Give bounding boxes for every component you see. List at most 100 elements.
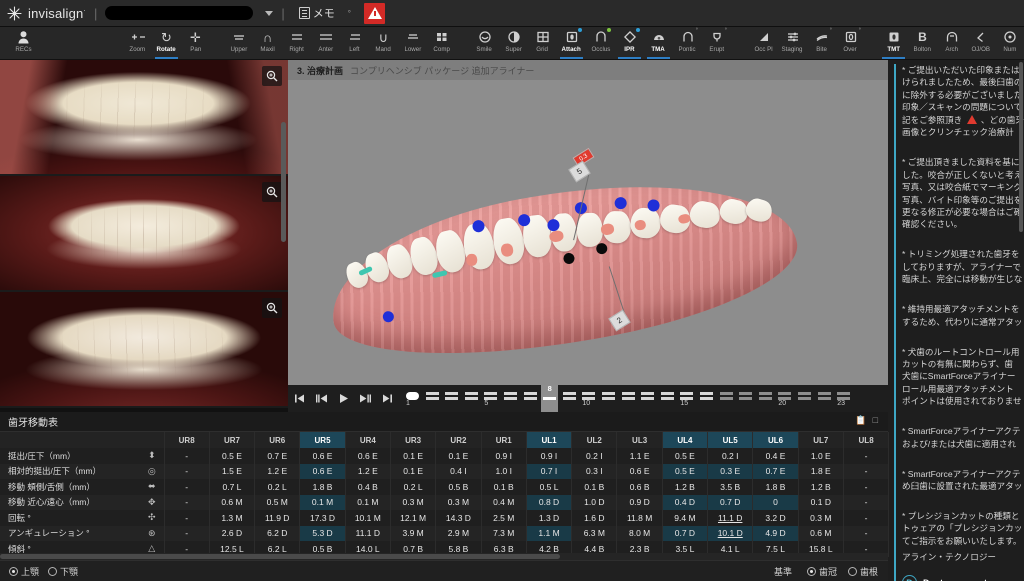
- tool-left[interactable]: Left: [340, 27, 369, 59]
- first-frame-button[interactable]: [288, 388, 310, 410]
- list-item[interactable]: [0, 60, 288, 176]
- timeline-stage-tick[interactable]: [406, 392, 419, 400]
- timeline-stage-tick[interactable]: [621, 392, 635, 400]
- table-column-header-ul5[interactable]: UL5: [707, 432, 754, 448]
- table-column-header-ur6[interactable]: UR6: [254, 432, 301, 448]
- timeline-stage-tick[interactable]: [641, 392, 655, 400]
- arch-option-upper[interactable]: 上顎: [9, 565, 39, 578]
- timeline-stage-tick[interactable]: [719, 392, 733, 400]
- recs-button[interactable]: RECs: [0, 27, 46, 59]
- table-column-header-ul1[interactable]: UL1: [526, 432, 573, 448]
- tool-occ-pl[interactable]: Occ Pl: [749, 27, 778, 59]
- copy-icon[interactable]: 📋: [855, 415, 866, 426]
- notes-panel[interactable]: * ご提出いただいた印象または けられましたため、最後臼歯の に除外する必要がござい…: [888, 60, 1024, 581]
- 3d-viewport[interactable]: 3. 治療計画 コンプリヘンシブ パッケージ 追加アライナー 0.3 5 2: [288, 60, 888, 412]
- timeline-stage-tick[interactable]: [817, 392, 831, 400]
- tool-maxil[interactable]: ∩ Maxil: [253, 27, 282, 59]
- timeline-stage-tick[interactable]: [464, 392, 478, 400]
- table-cell: 11.8 M: [616, 510, 663, 526]
- tool-tmt[interactable]: TMT: [879, 27, 908, 59]
- timeline-stage-tick[interactable]: [562, 392, 576, 400]
- tool-over[interactable]: Over °: [836, 27, 865, 59]
- timeline-stage-tick[interactable]: [582, 392, 596, 400]
- table-column-header-ur1[interactable]: UR1: [481, 432, 527, 448]
- tool-num[interactable]: Num: [995, 27, 1024, 59]
- tool-smile[interactable]: Smile: [470, 27, 499, 59]
- list-item[interactable]: [0, 292, 288, 408]
- tool-zoom[interactable]: Zoom: [123, 27, 152, 59]
- tool-comp[interactable]: Comp: [427, 27, 456, 59]
- table-column-header-ul4[interactable]: UL4: [662, 432, 709, 448]
- table-column-header-ul8[interactable]: UL8: [843, 432, 890, 448]
- tool-lower[interactable]: Lower: [398, 27, 427, 59]
- timeline-stage-tick[interactable]: [837, 392, 851, 400]
- table-column-header-ur2[interactable]: UR2: [435, 432, 482, 448]
- tool-right[interactable]: Right: [282, 27, 311, 59]
- timeline-stage-tick[interactable]: [680, 392, 694, 400]
- timeline-stage-tick[interactable]: [425, 392, 439, 400]
- table-column-header-ur8[interactable]: UR8: [164, 432, 210, 448]
- timeline-stage-tick[interactable]: [602, 392, 615, 400]
- zoom-in-icon[interactable]: [262, 298, 282, 318]
- last-frame-button[interactable]: [376, 388, 398, 410]
- tool-bite[interactable]: Bite °: [807, 27, 836, 59]
- tool-tma[interactable]: TMA: [644, 27, 673, 59]
- tool-bolton[interactable]: B Bolton: [908, 27, 937, 59]
- memo-button[interactable]: メモ: [298, 5, 335, 21]
- reference-option-root[interactable]: 歯根: [847, 565, 878, 578]
- tool-ipr[interactable]: IPR: [615, 27, 644, 59]
- stage-timeline[interactable]: 8 1 5 10 15 20 23: [288, 384, 888, 412]
- zoom-in-icon[interactable]: [262, 66, 282, 86]
- table-column-header-ur7[interactable]: UR7: [209, 432, 256, 448]
- step-back-button[interactable]: [310, 388, 332, 410]
- timeline-stage-tick[interactable]: [739, 392, 753, 400]
- timeline-stage-tick[interactable]: [700, 392, 713, 400]
- timeline-stage-tick[interactable]: [758, 392, 772, 400]
- tool-anter[interactable]: Anter: [311, 27, 340, 59]
- table-column-header-ur4[interactable]: UR4: [345, 432, 391, 448]
- tool-upper[interactable]: Upper: [224, 27, 253, 59]
- timeline-stage-tick[interactable]: [445, 392, 459, 400]
- step-forward-button[interactable]: [354, 388, 376, 410]
- timeline-stage-tick[interactable]: [660, 392, 674, 400]
- table-column-header-ur3[interactable]: UR3: [390, 432, 437, 448]
- tool-mand[interactable]: ∪ Mand: [369, 27, 398, 59]
- tool-oj-ob[interactable]: OJ/OB: [966, 27, 995, 59]
- table-column-header-ul2[interactable]: UL2: [571, 432, 618, 448]
- table-column-header-ul3[interactable]: UL3: [616, 432, 663, 448]
- doctor-request-row[interactable]: DDoctor request: [902, 575, 1024, 581]
- tool-pan[interactable]: ✛ Pan: [181, 27, 210, 59]
- arch-option-lower[interactable]: 下顎: [48, 565, 78, 578]
- timeline-stage-tick[interactable]: [504, 392, 517, 400]
- tool-attach[interactable]: Attach: [557, 27, 586, 59]
- notes-scrollbar[interactable]: [1019, 62, 1023, 232]
- table-column-header-ur5[interactable]: UR5: [299, 432, 346, 448]
- list-item[interactable]: [0, 176, 288, 292]
- table-scrollbar[interactable]: [0, 553, 888, 560]
- tool-rotate[interactable]: ↻ Rotate: [152, 27, 181, 59]
- expand-icon[interactable]: □: [873, 415, 878, 426]
- tool-staging[interactable]: Staging: [778, 27, 807, 59]
- timeline-stage-tick[interactable]: [484, 392, 498, 400]
- timeline-stage-tick[interactable]: [778, 392, 792, 400]
- notes-line: ロール用最適アタッチメント: [902, 383, 1014, 394]
- table-column-header-ul6[interactable]: UL6: [752, 432, 799, 448]
- tool-occlus[interactable]: Occlus: [586, 27, 615, 59]
- timeline-stage-tick[interactable]: [523, 392, 537, 400]
- photo-scrollbar[interactable]: [281, 122, 286, 242]
- zoom-in-icon[interactable]: [262, 182, 282, 202]
- timeline-stage-tick[interactable]: [798, 392, 811, 400]
- reference-option-crown[interactable]: 歯冠: [806, 565, 837, 578]
- tool-erupt[interactable]: Erupt °: [702, 27, 731, 59]
- timeline-track[interactable]: 8 1 5 10 15 20 23: [402, 384, 880, 412]
- dental-arch-model[interactable]: 0.3 5 2: [319, 147, 848, 379]
- tool-grid[interactable]: Grid: [528, 27, 557, 59]
- timeline-current-stage-cursor[interactable]: 8: [541, 384, 559, 412]
- chevron-down-icon[interactable]: [265, 10, 274, 16]
- tool-arch[interactable]: Arch: [937, 27, 966, 59]
- tool-pontic[interactable]: Pontic °: [673, 27, 702, 59]
- play-button[interactable]: [332, 388, 354, 410]
- tool-super[interactable]: Super: [499, 27, 528, 59]
- table-column-header-ul7[interactable]: UL7: [798, 432, 844, 448]
- warning-triangle-icon[interactable]: [364, 2, 385, 24]
